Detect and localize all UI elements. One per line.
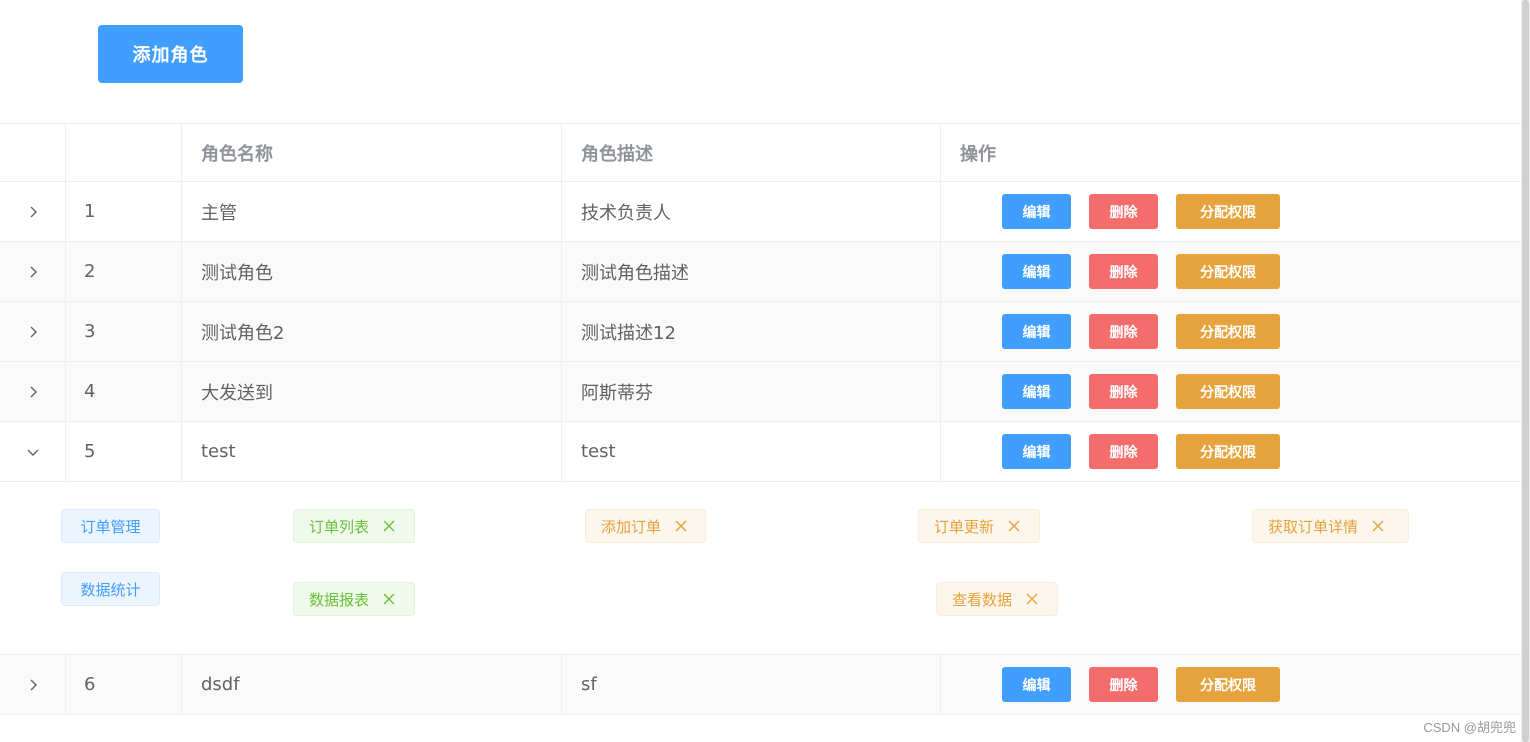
add-role-button[interactable]: 添加角色: [98, 25, 243, 83]
right-tag-level1: 数据统计: [61, 572, 160, 606]
row-expand-toggle[interactable]: [0, 302, 66, 361]
assign-rights-button[interactable]: 分配权限: [1176, 374, 1280, 409]
right-tag-label: 添加订单: [601, 517, 662, 536]
chevron-right-icon[interactable]: [26, 265, 40, 279]
row-expand-toggle[interactable]: [0, 655, 66, 714]
row-expand-toggle[interactable]: [0, 422, 66, 481]
delete-button[interactable]: 删除: [1089, 314, 1158, 349]
edit-button[interactable]: 编辑: [1002, 374, 1071, 409]
close-icon[interactable]: [1372, 520, 1384, 532]
assign-rights-button[interactable]: 分配权限: [1176, 667, 1280, 702]
row-role-name: 测试角色: [182, 242, 562, 301]
right-tag-label: 订单更新: [934, 517, 995, 536]
chevron-right-icon[interactable]: [26, 325, 40, 339]
right-tag-label: 查看数据: [952, 590, 1013, 609]
delete-button[interactable]: 删除: [1089, 374, 1158, 409]
right-tag-level2: 数据报表: [293, 582, 415, 616]
row-role-desc: 阿斯蒂芬: [562, 362, 941, 421]
row-index: 5: [66, 422, 182, 481]
right-tag-level3: 查看数据: [936, 582, 1058, 616]
row-expand-toggle[interactable]: [0, 182, 66, 241]
right-tag-label: 获取订单详情: [1268, 517, 1359, 536]
assign-rights-button[interactable]: 分配权限: [1176, 194, 1280, 229]
row-index: 4: [66, 362, 182, 421]
right-tag-label: 订单管理: [80, 517, 141, 536]
row-role-desc: sf: [562, 655, 941, 714]
scrollbar-thumb[interactable]: [1522, 0, 1529, 742]
table-row: 4 大发送到 阿斯蒂芬 编辑 删除 分配权限: [0, 362, 1521, 422]
assign-rights-button[interactable]: 分配权限: [1176, 314, 1280, 349]
delete-button[interactable]: 删除: [1089, 667, 1158, 702]
edit-button[interactable]: 编辑: [1002, 254, 1071, 289]
row-operations: 编辑 删除 分配权限: [941, 302, 1521, 361]
close-icon[interactable]: [1008, 520, 1020, 532]
header-operations: 操作: [941, 124, 1521, 181]
table-row: 3 测试角色2 测试描述12 编辑 删除 分配权限: [0, 302, 1521, 362]
row-index: 6: [66, 655, 182, 714]
watermark: CSDN @胡兜兜: [1423, 720, 1516, 735]
row-index: 3: [66, 302, 182, 361]
edit-button[interactable]: 编辑: [1002, 194, 1071, 229]
header-index-col: [66, 124, 182, 181]
row-operations: 编辑 删除 分配权限: [941, 362, 1521, 421]
right-tag-label: 数据统计: [80, 580, 141, 599]
row-expand-toggle[interactable]: [0, 242, 66, 301]
row-role-name: test: [182, 422, 562, 481]
delete-button[interactable]: 删除: [1089, 254, 1158, 289]
right-tag-label: 订单列表: [309, 517, 370, 536]
vertical-scrollbar[interactable]: [1521, 0, 1530, 742]
row-operations: 编辑 删除 分配权限: [941, 242, 1521, 301]
row-role-name: 主管: [182, 182, 562, 241]
right-tag-label: 数据报表: [309, 590, 370, 609]
row-role-desc: 测试角色描述: [562, 242, 941, 301]
table-row: 5 test test 编辑 删除 分配权限: [0, 422, 1521, 482]
header-role-desc: 角色描述: [562, 124, 941, 181]
delete-button[interactable]: 删除: [1089, 194, 1158, 229]
table-header: 角色名称 角色描述 操作: [0, 124, 1521, 182]
header-role-name: 角色名称: [182, 124, 562, 181]
right-tag-level3: 获取订单详情: [1252, 509, 1409, 543]
close-icon[interactable]: [383, 593, 395, 605]
close-icon[interactable]: [1026, 593, 1038, 605]
roles-table: 角色名称 角色描述 操作 1 主管 技术负责人 编辑 删除 分配权限 2 测试角…: [0, 123, 1521, 715]
assign-rights-button[interactable]: 分配权限: [1176, 434, 1280, 469]
row-role-desc: test: [562, 422, 941, 481]
row-role-name: 大发送到: [182, 362, 562, 421]
header-role-desc-label: 角色描述: [581, 143, 653, 165]
table-row: 2 测试角色 测试角色描述 编辑 删除 分配权限: [0, 242, 1521, 302]
row-role-name: 测试角色2: [182, 302, 562, 361]
row-expand-toggle[interactable]: [0, 362, 66, 421]
table-row: 1 主管 技术负责人 编辑 删除 分配权限: [0, 182, 1521, 242]
row-role-desc: 技术负责人: [562, 182, 941, 241]
chevron-right-icon[interactable]: [26, 678, 40, 692]
chevron-right-icon[interactable]: [26, 385, 40, 399]
row-operations: 编辑 删除 分配权限: [941, 422, 1521, 481]
right-tag-level2: 订单列表: [293, 509, 415, 543]
header-role-name-label: 角色名称: [201, 143, 273, 165]
row-index: 2: [66, 242, 182, 301]
edit-button[interactable]: 编辑: [1002, 434, 1071, 469]
edit-button[interactable]: 编辑: [1002, 314, 1071, 349]
row-index: 1: [66, 182, 182, 241]
right-tag-level3: 添加订单: [585, 509, 706, 543]
row-role-name: dsdf: [182, 655, 562, 714]
edit-button[interactable]: 编辑: [1002, 667, 1071, 702]
assign-rights-button[interactable]: 分配权限: [1176, 254, 1280, 289]
chevron-down-icon[interactable]: [26, 445, 40, 459]
row-role-desc: 测试描述12: [562, 302, 941, 361]
header-operations-label: 操作: [960, 143, 996, 165]
delete-button[interactable]: 删除: [1089, 434, 1158, 469]
right-tag-level3: 订单更新: [918, 509, 1040, 543]
right-tag-level1: 订单管理: [61, 509, 160, 543]
close-icon[interactable]: [383, 520, 395, 532]
row-operations: 编辑 删除 分配权限: [941, 182, 1521, 241]
close-icon[interactable]: [675, 520, 687, 532]
table-row: 6 dsdf sf 编辑 删除 分配权限: [0, 655, 1521, 715]
roles-page: 添加角色 角色名称 角色描述 操作 1 主管 技术负责人 编辑 删除 分配权限: [0, 0, 1530, 742]
row-operations: 编辑 删除 分配权限: [941, 655, 1521, 714]
expanded-rights-panel: 订单管理 订单列表 添加订单 订单更新 获取订单详情 数据统计 数据报表 查看数…: [0, 482, 1521, 655]
chevron-right-icon[interactable]: [26, 205, 40, 219]
header-expand-col: [0, 124, 66, 181]
